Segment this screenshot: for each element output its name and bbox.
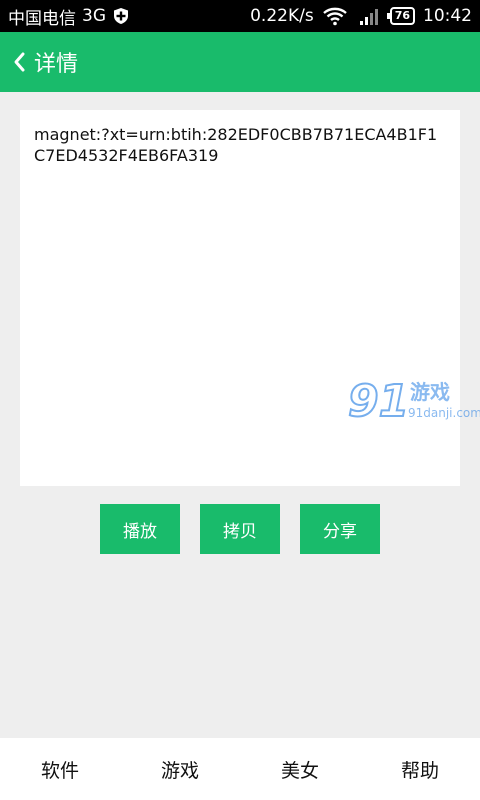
watermark-text: 游戏 (410, 380, 450, 404)
status-bar-right: 0.22K/s 76 10:42 (250, 0, 472, 32)
shield-icon (114, 8, 128, 24)
watermark-site: 91danji.com (408, 406, 480, 420)
network-type: 3G (82, 6, 106, 26)
play-button[interactable]: 播放 (100, 504, 180, 554)
watermark-logo: 91 游戏 91danji.com (346, 374, 480, 428)
network-speed: 0.22K/s (250, 6, 314, 26)
nav-item-games[interactable]: 游戏 (120, 738, 240, 800)
carrier-label: 中国电信 (8, 8, 76, 29)
clock: 10:42 (423, 6, 472, 26)
page-title: 详情 (34, 52, 79, 77)
bottom-nav: 软件 游戏 美女 帮助 (0, 738, 480, 800)
signal-icon (359, 9, 378, 25)
status-bar: 中国电信 3G 0.22K/s 76 10:42 (0, 0, 480, 32)
wifi-icon (322, 7, 347, 26)
watermark-91-text: 91 (348, 376, 409, 427)
nav-item-help[interactable]: 帮助 (360, 738, 480, 800)
detail-card: magnet:?xt=urn:btih:282EDF0CBB7B71ECA4B1… (20, 110, 460, 486)
status-bar-left: 中国电信 3G (8, 0, 130, 32)
watermark-91-logo: 91 (347, 375, 410, 428)
nav-item-software[interactable]: 软件 (0, 738, 120, 800)
magnet-link-text: magnet:?xt=urn:btih:282EDF0CBB7B71ECA4B1… (34, 125, 438, 165)
battery-icon: 76 (386, 7, 415, 25)
app-bar: 详情 (0, 32, 480, 92)
nav-item-beauty[interactable]: 美女 (240, 738, 360, 800)
chevron-left-icon[interactable] (12, 51, 26, 73)
copy-button[interactable]: 拷贝 (200, 504, 280, 554)
share-button[interactable]: 分享 (300, 504, 380, 554)
